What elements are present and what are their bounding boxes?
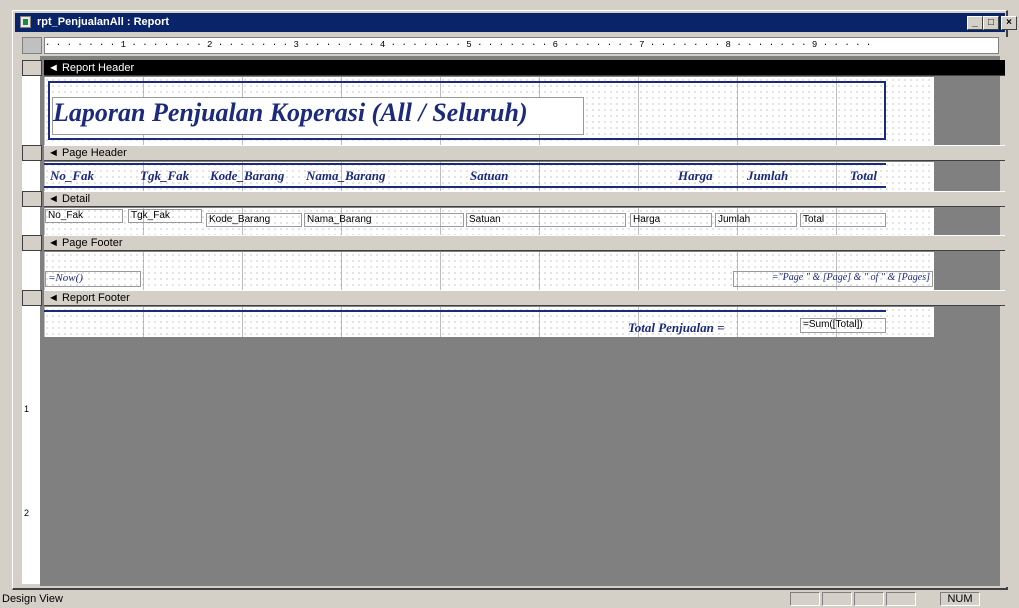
- field-page-number[interactable]: ="Page " & [Page] & " of " & [Pages]: [733, 271, 933, 287]
- field-tgk-fak[interactable]: Tgk_Fak: [128, 209, 202, 223]
- label-total-penjualan[interactable]: Total Penjualan =: [628, 320, 725, 336]
- field-no-fak[interactable]: No_Fak: [45, 209, 123, 223]
- footer-top-line: [44, 310, 886, 312]
- report-selector[interactable]: [22, 37, 42, 54]
- vruler-mark-2: 2: [24, 508, 30, 518]
- page-header-bar[interactable]: ◄ Page Header: [44, 145, 1005, 161]
- detail-bar[interactable]: ◄ Detail: [44, 191, 1005, 207]
- report-header-label: ◄ Report Header: [48, 62, 135, 74]
- num-lock-indicator: NUM: [940, 592, 980, 606]
- label-total[interactable]: Total: [850, 168, 877, 184]
- status-pane-4: [886, 592, 916, 606]
- field-sum-total[interactable]: =Sum([Total]): [800, 318, 886, 333]
- field-harga[interactable]: Harga: [630, 213, 712, 227]
- page-footer-label: ◄ Page Footer: [48, 237, 123, 249]
- status-pane-2: [822, 592, 852, 606]
- status-pane-1: [790, 592, 820, 606]
- label-satuan[interactable]: Satuan: [470, 168, 508, 184]
- status-bar: Design View NUM: [0, 590, 1019, 608]
- minimize-button[interactable]: _: [967, 16, 983, 30]
- report-icon: [20, 16, 31, 28]
- vruler-mark-1: 1: [24, 404, 30, 414]
- view-mode-text: Design View: [2, 593, 63, 605]
- page-header-label: ◄ Page Header: [48, 147, 127, 159]
- detail-selector[interactable]: [22, 191, 42, 207]
- field-now[interactable]: =Now(): [45, 271, 141, 287]
- label-jumlah[interactable]: Jumlah: [747, 168, 788, 184]
- header-top-line: [44, 163, 886, 165]
- horizontal-ruler[interactable]: · · · · · · · 1 · · · · · · · 2 · · · · …: [44, 37, 999, 54]
- page-footer-selector[interactable]: [22, 235, 42, 251]
- detail-label: ◄ Detail: [48, 193, 91, 205]
- page-footer-bar[interactable]: ◄ Page Footer: [44, 235, 1005, 251]
- field-kode-barang[interactable]: Kode_Barang: [206, 213, 302, 227]
- field-nama-barang[interactable]: Nama_Barang: [304, 213, 464, 227]
- field-satuan[interactable]: Satuan: [466, 213, 626, 227]
- header-bottom-line: [44, 186, 886, 188]
- label-kode-barang[interactable]: Kode_Barang: [210, 168, 284, 184]
- label-tgk-fak[interactable]: Tgk_Fak: [140, 168, 189, 184]
- report-header-bar[interactable]: ◄ Report Header: [44, 60, 1005, 76]
- label-harga[interactable]: Harga: [678, 168, 713, 184]
- report-footer-selector[interactable]: [22, 290, 42, 306]
- close-button[interactable]: ×: [1001, 16, 1017, 30]
- title-bar[interactable]: rpt_PenjualanAll : Report _ □ ×: [15, 13, 1017, 32]
- field-total[interactable]: Total: [800, 213, 886, 227]
- maximize-button[interactable]: □: [983, 16, 999, 30]
- window-title: rpt_PenjualanAll : Report: [37, 16, 170, 28]
- status-pane-3: [854, 592, 884, 606]
- field-jumlah[interactable]: Jumlah: [715, 213, 797, 227]
- report-footer-bar[interactable]: ◄ Report Footer: [44, 290, 1005, 306]
- report-header-selector[interactable]: [22, 60, 42, 76]
- report-footer-label: ◄ Report Footer: [48, 292, 130, 304]
- page-header-selector[interactable]: [22, 145, 42, 161]
- label-no-fak[interactable]: No_Fak: [50, 168, 94, 184]
- label-nama-barang[interactable]: Nama_Barang: [306, 168, 385, 184]
- report-title-label[interactable]: Laporan Penjualan Koperasi (All / Seluru…: [52, 97, 584, 135]
- vertical-scrollbar[interactable]: [1000, 37, 1008, 587]
